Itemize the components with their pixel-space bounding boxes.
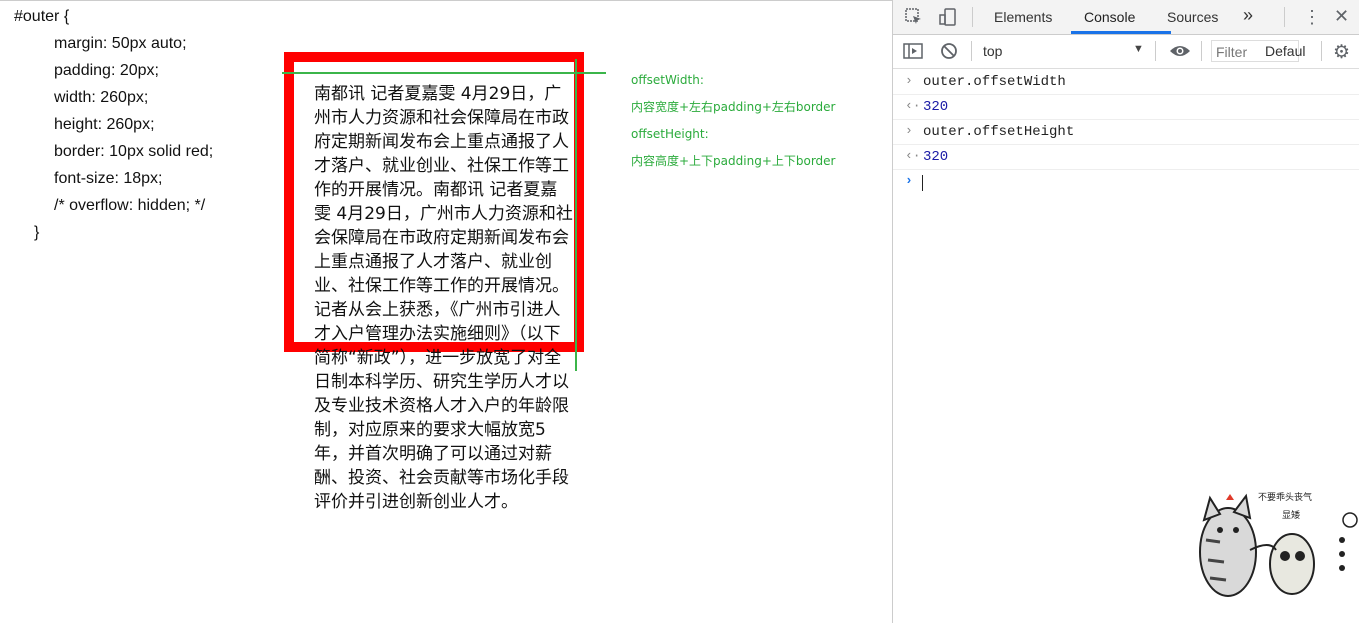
guide-line-vertical	[575, 59, 577, 371]
toolbar-divider	[1155, 41, 1156, 61]
console-prompt[interactable]: ›	[893, 170, 1359, 194]
offset-height-label: offsetHeight:	[631, 127, 709, 141]
prompt-chevron-icon: ›	[905, 173, 913, 188]
console-input-text: outer.offsetWidth	[923, 74, 1066, 90]
tab-console[interactable]: Console	[1084, 9, 1135, 25]
inspect-element-icon[interactable]	[905, 8, 923, 31]
toolbar-divider	[1201, 41, 1202, 61]
code-line: /* overflow: hidden; */	[54, 197, 206, 214]
outer-box-text: 南都讯 记者夏嘉雯 4月29日，广州市人力资源和社会保障局在市政府定期新闻发布会…	[314, 84, 573, 512]
offset-height-formula: 内容高度+上下padding+上下border	[631, 154, 836, 168]
page-viewport: #outer { margin: 50px auto; padding: 20p…	[0, 0, 892, 624]
offset-width-label: offsetWidth:	[631, 73, 704, 87]
console-input-line: › outer.offsetWidth	[893, 70, 1359, 95]
console-output-value: 320	[923, 149, 949, 165]
cat-sticker-image: 不要乖头丧气 显矮	[1190, 490, 1359, 605]
css-code-block: #outer { margin: 50px auto; padding: 20p…	[14, 3, 213, 246]
text-caret	[922, 175, 923, 191]
sticker-caption: 不要乖头丧气	[1258, 491, 1312, 503]
clear-console-icon[interactable]	[940, 42, 958, 65]
code-line: margin: 50px auto;	[54, 35, 187, 52]
code-line: #outer {	[14, 8, 70, 25]
code-line: font-size: 18px;	[54, 170, 163, 187]
chevron-right-icon: ›	[905, 73, 913, 88]
console-output-line: ‹· 320	[893, 95, 1359, 120]
chevron-down-icon[interactable]: ▼	[1133, 43, 1144, 55]
code-line: }	[34, 224, 40, 241]
code-line: height: 260px;	[54, 116, 155, 133]
log-levels-dropdown[interactable]: Defaul	[1265, 43, 1305, 59]
offset-width-formula: 内容宽度+左右padding+左右border	[631, 100, 836, 114]
kebab-menu-icon[interactable]: ⋮	[1303, 8, 1321, 26]
context-selector[interactable]: top	[983, 43, 1002, 59]
toolbar-divider	[972, 7, 973, 27]
code-line: width: 260px;	[54, 89, 149, 106]
more-tabs-button[interactable]: »	[1243, 5, 1253, 26]
toolbar-divider	[1284, 7, 1285, 27]
device-toolbar-icon[interactable]	[938, 7, 958, 32]
outer-box: 南都讯 记者夏嘉雯 4月29日，广州市人力资源和社会保障局在市政府定期新闻发布会…	[284, 52, 584, 512]
devtools-toolbar: Elements Console Sources » ⋮ ✕	[893, 0, 1359, 35]
guide-line-horizontal	[282, 72, 606, 74]
gear-icon[interactable]: ⚙	[1333, 41, 1350, 64]
return-arrow-icon: ‹·	[905, 148, 921, 163]
tab-elements[interactable]: Elements	[994, 9, 1052, 25]
toolbar-divider	[1321, 41, 1322, 61]
console-input-text: outer.offsetHeight	[923, 124, 1075, 140]
console-input-line: › outer.offsetHeight	[893, 120, 1359, 145]
console-toolbar: top ▼ Filter Defaul ⚙	[893, 35, 1359, 69]
chevron-right-icon: ›	[905, 123, 913, 138]
active-tab-indicator	[1071, 31, 1171, 34]
toolbar-divider	[971, 41, 972, 61]
code-line: padding: 20px;	[54, 62, 159, 79]
sticker-caption: 显矮	[1282, 509, 1300, 521]
console-output-value: 320	[923, 99, 949, 115]
live-expression-eye-icon[interactable]	[1169, 43, 1191, 64]
close-icon[interactable]: ✕	[1334, 6, 1349, 27]
tab-sources[interactable]: Sources	[1167, 9, 1218, 25]
return-arrow-icon: ‹·	[905, 98, 921, 113]
show-sidebar-icon[interactable]	[903, 42, 923, 65]
console-output-line: ‹· 320	[893, 145, 1359, 170]
code-line: border: 10px solid red;	[54, 143, 214, 160]
